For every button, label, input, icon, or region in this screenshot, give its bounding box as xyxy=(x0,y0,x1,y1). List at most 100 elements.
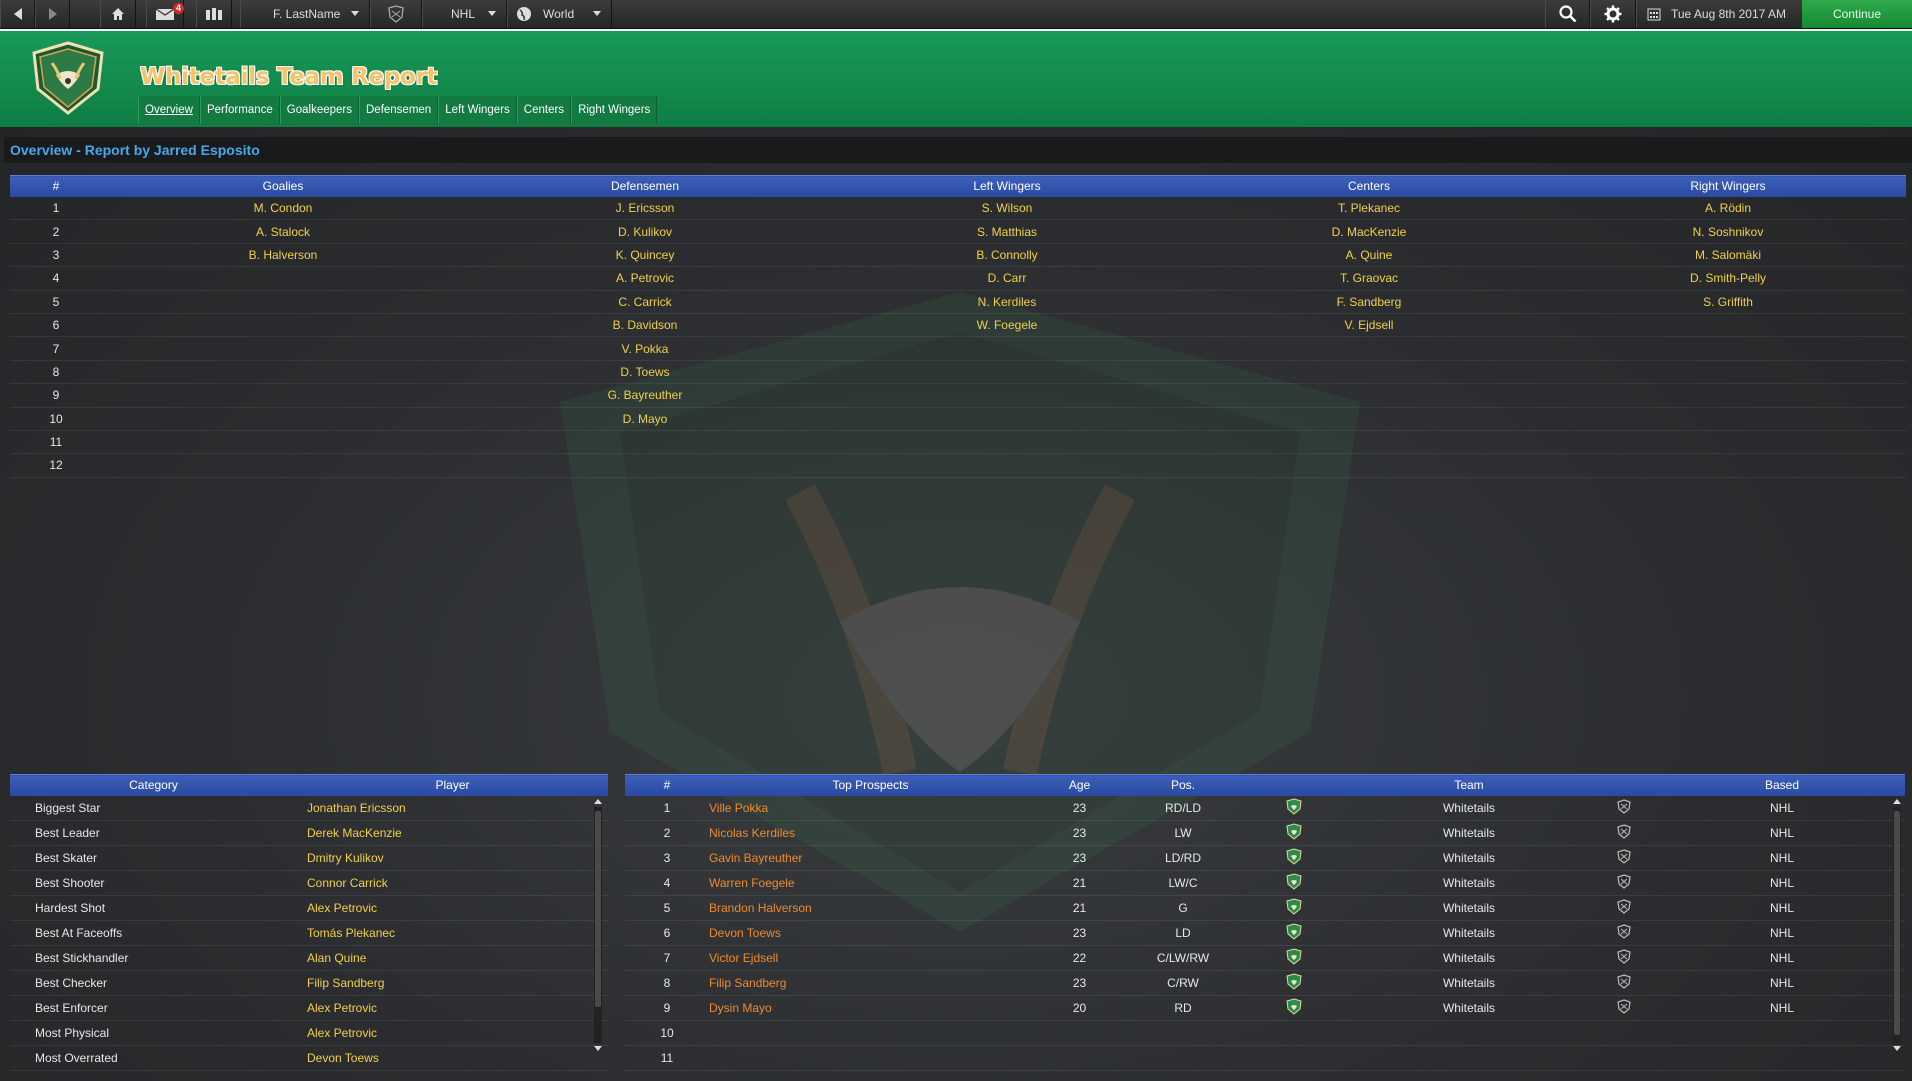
prospect-name-link[interactable]: Devon Toews xyxy=(709,920,1032,946)
player-link[interactable]: Derek MacKenzie xyxy=(297,820,608,846)
column-header[interactable]: Pos. xyxy=(1127,774,1239,796)
player-link[interactable]: Alex Petrovic xyxy=(297,995,608,1021)
player-cell[interactable]: K. Quincey xyxy=(464,243,826,268)
player-cell[interactable]: D. Kulikov xyxy=(464,219,826,244)
player-cell[interactable]: N. Soshnikov xyxy=(1550,219,1906,244)
tab-left-wingers[interactable]: Left Wingers xyxy=(438,96,517,124)
player-cell[interactable]: M. Condon xyxy=(102,196,464,221)
player-link[interactable]: Alex Petrovic xyxy=(297,1020,608,1046)
region-select[interactable]: World xyxy=(507,0,612,28)
back-button[interactable] xyxy=(0,0,35,28)
player-cell[interactable]: A. Rödin xyxy=(1550,196,1906,221)
column-header[interactable] xyxy=(1239,774,1349,796)
player-cell[interactable]: D. Mayo xyxy=(464,407,826,431)
player-link[interactable]: Tomás Plekanec xyxy=(297,920,608,946)
tab-centers[interactable]: Centers xyxy=(516,96,572,124)
prospects-scrollbar[interactable] xyxy=(1893,799,1901,1051)
player-cell[interactable]: T. Plekanec xyxy=(1188,196,1550,221)
player-link[interactable]: Alex Petrovic xyxy=(297,895,608,921)
scroll-down-icon[interactable] xyxy=(594,1046,602,1051)
team-link[interactable]: Whitetails xyxy=(1349,920,1589,946)
tab-right-wingers[interactable]: Right Wingers xyxy=(571,96,658,124)
team-link[interactable]: Whitetails xyxy=(1349,795,1589,821)
column-header[interactable]: Category xyxy=(10,774,297,796)
player-cell[interactable]: S. Matthias xyxy=(826,219,1188,244)
forward-button[interactable] xyxy=(35,0,70,28)
column-header[interactable]: Goalies xyxy=(102,175,464,197)
search-button[interactable] xyxy=(1545,0,1590,28)
player-cell[interactable]: G. Bayreuther xyxy=(464,383,826,408)
team-link[interactable]: Whitetails xyxy=(1349,845,1589,871)
column-header[interactable]: Right Wingers xyxy=(1550,175,1906,197)
game-date[interactable]: Tue Aug 8th 2017 AM xyxy=(1636,0,1802,28)
scroll-up-icon[interactable] xyxy=(594,799,602,804)
scroll-down-icon[interactable] xyxy=(1893,1046,1901,1051)
league-select[interactable]: NHL xyxy=(422,0,507,28)
prospect-name-link[interactable]: Filip Sandberg xyxy=(709,970,1032,996)
player-cell[interactable]: S. Griffith xyxy=(1550,290,1906,314)
column-header[interactable]: # xyxy=(10,175,102,197)
inbox-button[interactable]: 4 xyxy=(146,0,185,28)
player-link[interactable]: Filip Sandberg xyxy=(297,970,608,996)
player-cell[interactable]: D. Toews xyxy=(464,360,826,385)
column-header[interactable]: Top Prospects xyxy=(709,774,1032,796)
player-cell[interactable]: A. Petrovic xyxy=(464,266,826,291)
player-cell[interactable]: M. Salomäki xyxy=(1550,243,1906,268)
tab-defensemen[interactable]: Defensemen xyxy=(359,96,439,124)
player-cell[interactable]: T. Graovac xyxy=(1188,266,1550,291)
player-cell[interactable]: B. Halverson xyxy=(102,243,464,268)
player-cell[interactable]: V. Ejdsell xyxy=(1188,313,1550,338)
player-link[interactable]: Alan Quine xyxy=(297,945,608,971)
player-cell[interactable]: F. Sandberg xyxy=(1188,290,1550,314)
column-header[interactable]: Left Wingers xyxy=(826,175,1188,197)
player-cell[interactable]: J. Ericsson xyxy=(464,196,826,221)
tab-goalkeepers[interactable]: Goalkeepers xyxy=(279,96,359,124)
prospect-name-link[interactable]: Dysin Mayo xyxy=(709,995,1032,1021)
column-header[interactable]: Defensemen xyxy=(464,175,826,197)
team-link[interactable]: Whitetails xyxy=(1349,820,1589,846)
player-link[interactable]: Devon Toews xyxy=(297,1045,608,1071)
player-cell[interactable]: S. Wilson xyxy=(826,196,1188,221)
team-link[interactable]: Whitetails xyxy=(1349,895,1589,921)
player-link[interactable]: Jonathan Ericsson xyxy=(297,795,608,821)
scroll-thumb[interactable] xyxy=(1894,811,1900,1035)
tab-performance[interactable]: Performance xyxy=(199,96,280,124)
column-header[interactable]: # xyxy=(625,774,709,796)
player-cell[interactable]: D. Smith-Pelly xyxy=(1550,266,1906,291)
manager-select[interactable]: F. LastName xyxy=(240,0,370,28)
player-cell[interactable]: A. Quine xyxy=(1188,243,1550,268)
scroll-up-icon[interactable] xyxy=(1893,799,1901,804)
home-button[interactable] xyxy=(100,0,136,28)
tab-overview[interactable]: Overview xyxy=(138,96,200,124)
prospect-name-link[interactable]: Warren Foegele xyxy=(709,870,1032,896)
player-cell[interactable]: N. Kerdiles xyxy=(826,290,1188,314)
prospect-name-link[interactable]: Nicolas Kerdiles xyxy=(709,820,1032,846)
player-cell[interactable]: A. Stalock xyxy=(102,219,464,244)
team-link[interactable]: Whitetails xyxy=(1349,970,1589,996)
settings-button[interactable] xyxy=(1590,0,1636,28)
team-link[interactable]: Whitetails xyxy=(1349,945,1589,971)
column-header[interactable]: Player xyxy=(297,774,608,796)
player-cell[interactable]: W. Foegele xyxy=(826,313,1188,338)
column-header[interactable]: Team xyxy=(1349,774,1589,796)
scroll-thumb[interactable] xyxy=(595,811,601,1007)
squad-button[interactable] xyxy=(196,0,232,28)
league-logo-button[interactable] xyxy=(370,0,422,28)
player-cell[interactable]: B. Davidson xyxy=(464,313,826,338)
player-link[interactable]: Connor Carrick xyxy=(297,870,608,896)
category-scrollbar[interactable] xyxy=(594,799,602,1051)
player-link[interactable]: Dmitry Kulikov xyxy=(297,845,608,871)
player-cell[interactable]: D. MacKenzie xyxy=(1188,219,1550,244)
prospect-name-link[interactable]: Ville Pokka xyxy=(709,795,1032,821)
player-cell[interactable]: D. Carr xyxy=(826,266,1188,291)
prospect-name-link[interactable]: Brandon Halverson xyxy=(709,895,1032,921)
column-header[interactable]: Age xyxy=(1032,774,1127,796)
continue-button[interactable]: Continue xyxy=(1802,0,1912,28)
column-header[interactable]: Based xyxy=(1659,774,1905,796)
player-cell[interactable]: C. Carrick xyxy=(464,290,826,314)
team-link[interactable]: Whitetails xyxy=(1349,995,1589,1021)
team-link[interactable]: Whitetails xyxy=(1349,870,1589,896)
prospect-name-link[interactable]: Victor Ejdsell xyxy=(709,945,1032,971)
player-cell[interactable]: V. Pokka xyxy=(464,336,826,361)
column-header[interactable] xyxy=(1589,774,1659,796)
